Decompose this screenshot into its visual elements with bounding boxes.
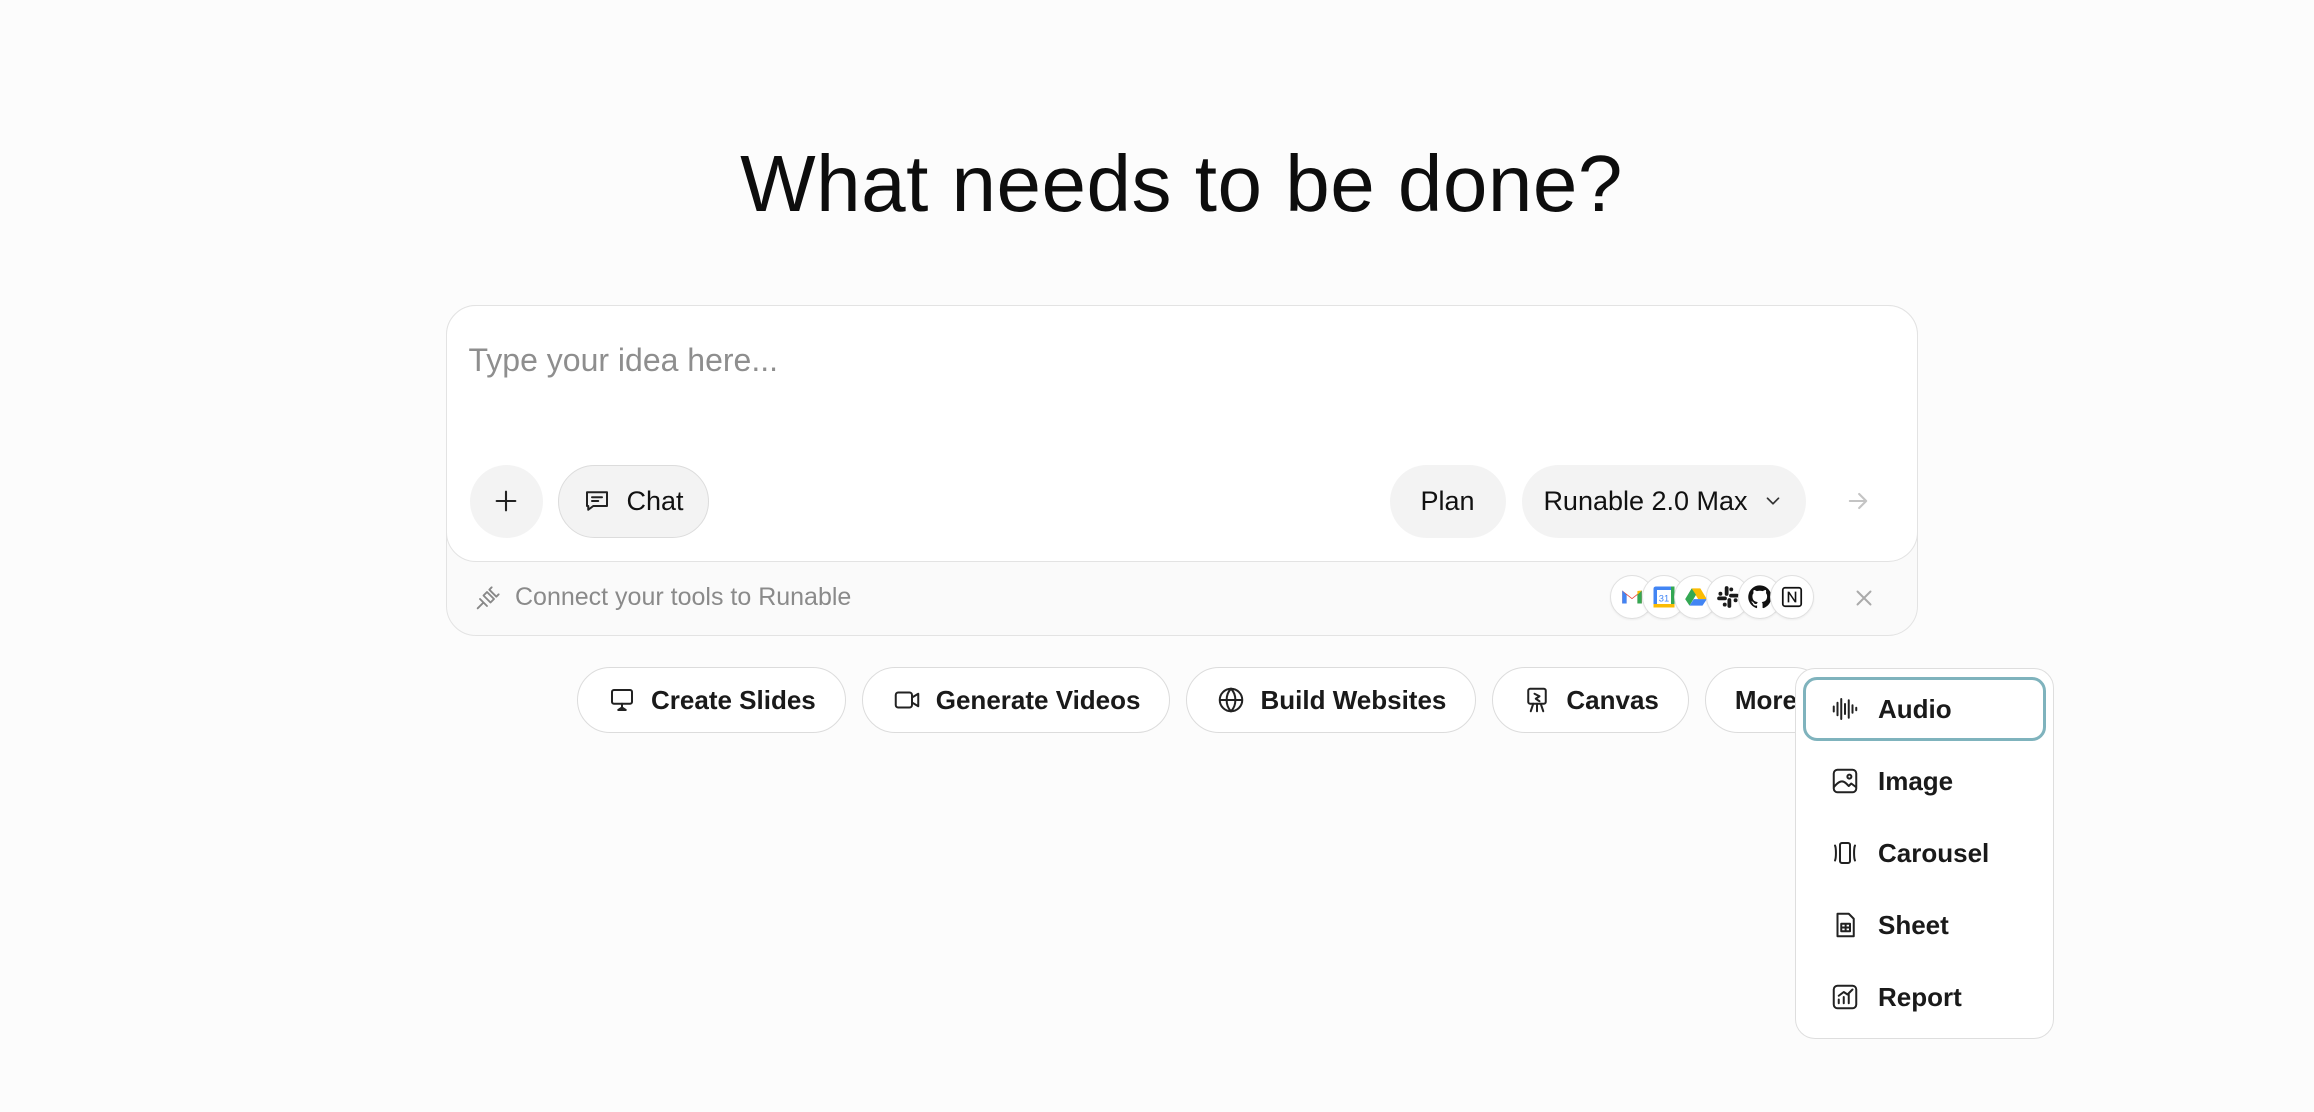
sheet-icon	[1830, 910, 1860, 940]
arrow-right-icon	[1848, 492, 1868, 510]
send-button[interactable]	[1821, 464, 1895, 538]
close-icon[interactable]	[1851, 585, 1877, 611]
more-label: More	[1734, 684, 1797, 715]
canvas-label: Canvas	[1566, 684, 1659, 715]
create-slides-button[interactable]: Create Slides	[577, 667, 846, 733]
menu-item-image[interactable]: Image	[1803, 749, 2046, 813]
build-websites-button[interactable]: Build Websites	[1186, 667, 1477, 733]
menu-item-audio[interactable]: Audio	[1803, 677, 2046, 741]
plug-icon	[476, 586, 500, 610]
add-attachment-button[interactable]	[469, 464, 543, 538]
generate-videos-label: Generate Videos	[935, 684, 1141, 715]
chat-bubble-icon	[586, 491, 609, 511]
notion-icon	[1770, 575, 1814, 619]
composer: Chat Plan Runable 2.0 Max Connect your t…	[445, 304, 1918, 636]
page: What needs to be done? Chat Plan Runable…	[0, 0, 2314, 1112]
plan-button[interactable]: Plan	[1389, 464, 1506, 538]
quick-actions: Create Slides Generate Videos Build Webs…	[577, 667, 1827, 733]
model-selector[interactable]: Runable 2.0 Max	[1521, 464, 1806, 538]
audio-icon	[1830, 694, 1860, 724]
menu-item-label: Sheet	[1878, 909, 1949, 940]
plan-label: Plan	[1420, 485, 1475, 516]
menu-item-label: Audio	[1878, 693, 1952, 724]
create-slides-label: Create Slides	[651, 684, 816, 715]
globe-icon	[1219, 687, 1244, 713]
menu-item-label: Image	[1878, 765, 1954, 796]
more-menu: Audio Image Carousel Sheet Report	[1795, 668, 2054, 1039]
video-icon	[894, 691, 919, 709]
composer-input-area: Chat Plan Runable 2.0 Max	[445, 304, 1918, 562]
prompt-input[interactable]	[468, 335, 1849, 386]
chevron-down-icon	[1766, 497, 1779, 505]
chat-mode-label: Chat	[626, 485, 684, 516]
tool-integrations[interactable]: 31	[1610, 575, 1814, 619]
menu-item-report[interactable]: Report	[1803, 965, 2046, 1029]
connect-tools-text: Connect your tools to Runable	[515, 583, 852, 611]
svg-text:31: 31	[1659, 594, 1669, 604]
slides-icon	[611, 689, 633, 711]
report-icon	[1830, 982, 1860, 1012]
generate-videos-button[interactable]: Generate Videos	[861, 667, 1171, 733]
canvas-button[interactable]: Canvas	[1492, 667, 1689, 733]
model-label: Runable 2.0 Max	[1543, 485, 1748, 516]
page-title: What needs to be done?	[740, 139, 1623, 228]
menu-item-sheet[interactable]: Sheet	[1803, 893, 2046, 957]
menu-item-label: Report	[1878, 981, 1962, 1012]
image-icon	[1830, 766, 1860, 796]
carousel-icon	[1830, 838, 1860, 868]
canvas-icon	[1527, 687, 1548, 713]
connect-tools-bar[interactable]: Connect your tools to Runable 31	[447, 563, 1916, 635]
build-websites-label: Build Websites	[1260, 684, 1447, 715]
plus-icon	[495, 490, 517, 512]
chat-mode-button[interactable]: Chat	[557, 464, 709, 538]
menu-item-carousel[interactable]: Carousel	[1803, 821, 2046, 885]
menu-item-label: Carousel	[1878, 837, 1990, 868]
